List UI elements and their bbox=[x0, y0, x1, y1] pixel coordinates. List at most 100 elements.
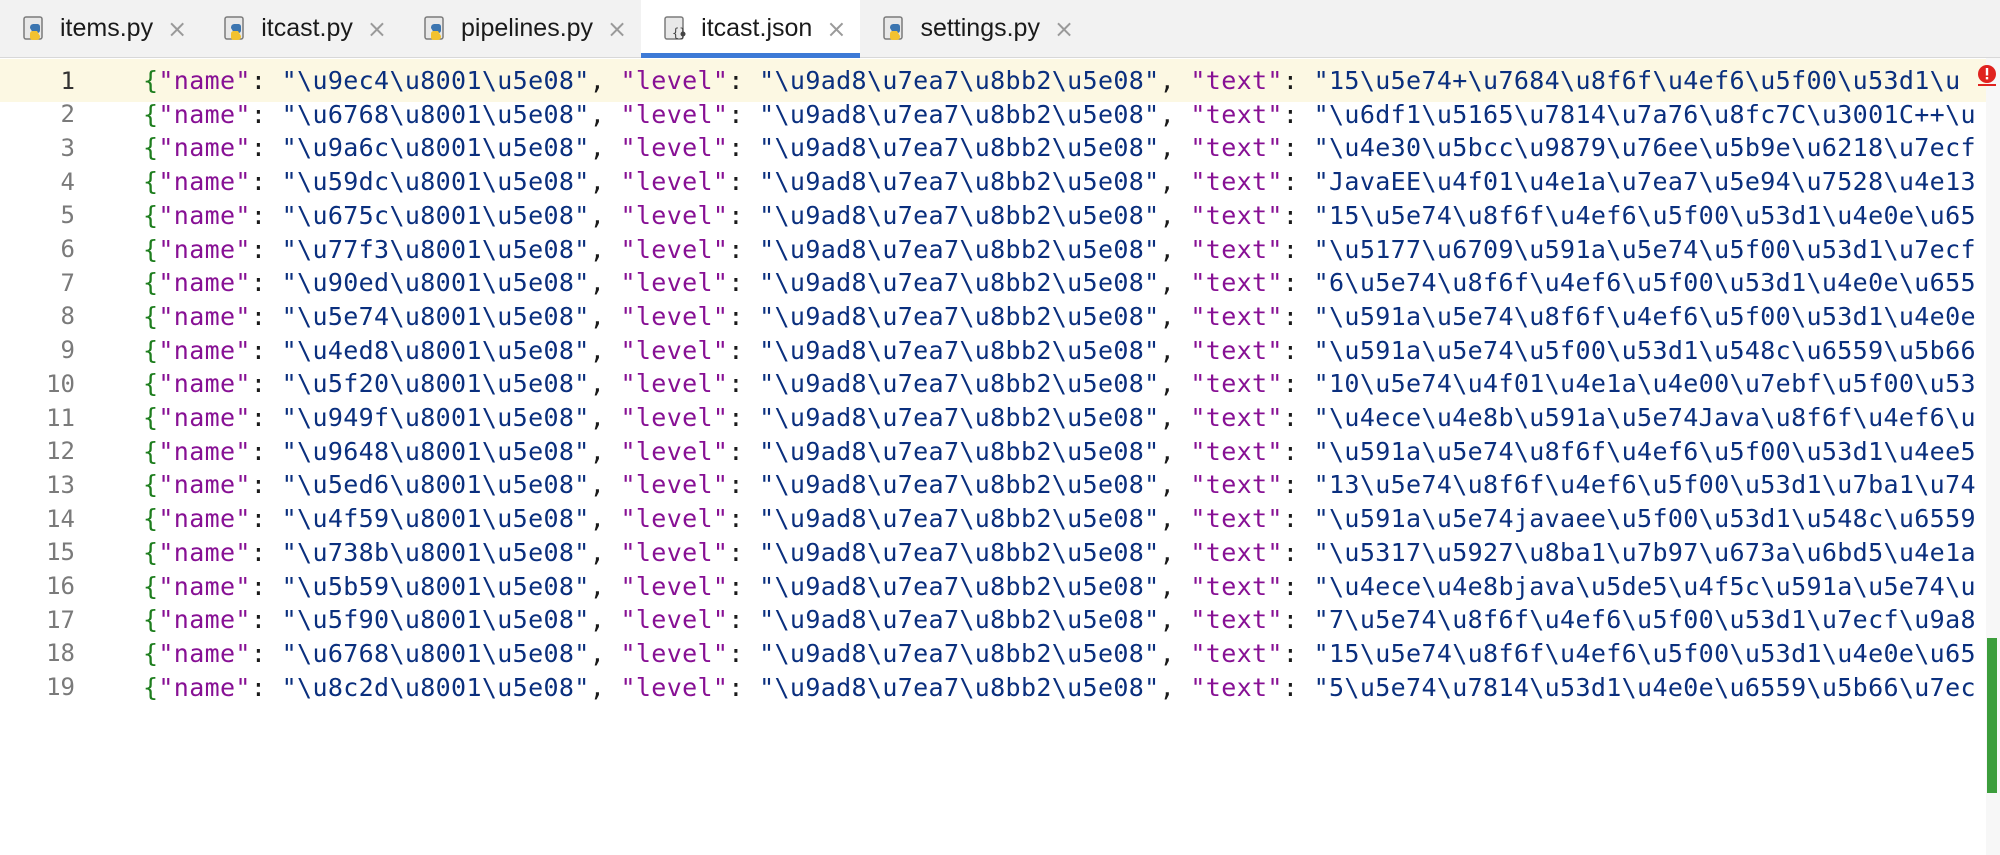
close-icon[interactable]: × bbox=[826, 17, 846, 41]
quote: " bbox=[1313, 301, 1330, 331]
quote: " bbox=[281, 369, 298, 399]
quote: " bbox=[1313, 638, 1330, 668]
tab-items-py[interactable]: items.py × bbox=[0, 0, 201, 57]
close-icon[interactable]: × bbox=[607, 17, 627, 41]
quote: " bbox=[1313, 436, 1330, 466]
code-editor[interactable]: 1 {"name": "\u9ec4\u8001\u5e08", "level":… bbox=[0, 58, 2000, 855]
comma: , bbox=[1159, 335, 1191, 365]
tab-label: itcast.json bbox=[701, 14, 813, 42]
comma: , bbox=[589, 234, 621, 264]
line-number: 15 bbox=[46, 538, 75, 567]
tab-itcast-json[interactable]: {} itcast.json × bbox=[641, 0, 861, 58]
line-number: 18 bbox=[46, 639, 75, 668]
colon: : bbox=[250, 335, 282, 365]
line-content: {"name": "\u675c\u8001\u5e08", "level": … bbox=[143, 201, 1976, 230]
quote: " bbox=[1144, 335, 1160, 365]
json-key-name: "name" bbox=[158, 167, 251, 197]
json-value-text: 5\u5e74\u7814\u53d1\u4e0e\u6559\u5b66\u7… bbox=[1329, 672, 1976, 702]
close-icon[interactable]: × bbox=[167, 17, 187, 41]
json-value-level: \u9ad8\u7ea7\u8bb2\u5e08 bbox=[774, 605, 1145, 635]
quote: " bbox=[1144, 133, 1160, 163]
json-key-text: "text" bbox=[1190, 301, 1283, 331]
tab-settings-py[interactable]: settings.py × bbox=[860, 0, 1088, 57]
quote: " bbox=[1313, 403, 1330, 432]
quote: " bbox=[1144, 470, 1160, 500]
colon: : bbox=[250, 133, 282, 163]
error-indicator-icon[interactable] bbox=[1976, 64, 1998, 86]
open-brace: { bbox=[143, 672, 159, 702]
colon: : bbox=[728, 571, 760, 601]
json-value-level: \u9ad8\u7ea7\u8bb2\u5e08 bbox=[774, 268, 1145, 298]
colon: : bbox=[1282, 470, 1314, 500]
quote: " bbox=[574, 537, 590, 567]
json-key-name: "name" bbox=[158, 234, 251, 264]
quote: " bbox=[281, 335, 298, 365]
quote: " bbox=[1144, 605, 1160, 635]
colon: : bbox=[728, 605, 760, 635]
quote: " bbox=[759, 200, 775, 230]
json-value-name: \u738b\u8001\u5e08 bbox=[297, 537, 575, 567]
quote: " bbox=[574, 234, 590, 264]
quote: " bbox=[759, 403, 775, 432]
quote: " bbox=[759, 638, 775, 668]
tab-itcast-py[interactable]: itcast.py × bbox=[201, 0, 401, 57]
open-brace: { bbox=[143, 605, 159, 635]
tab-label: settings.py bbox=[920, 14, 1040, 42]
colon: : bbox=[728, 66, 760, 95]
python-file-icon bbox=[221, 14, 251, 44]
line-number: 11 bbox=[46, 403, 75, 432]
comma: , bbox=[589, 403, 621, 432]
json-value-text: 13\u5e74\u8f6f\u4ef6\u5f00\u53d1\u7ba1\u… bbox=[1329, 470, 1976, 500]
quote: " bbox=[1313, 133, 1330, 163]
line-number: 14 bbox=[46, 504, 75, 533]
comma: , bbox=[1159, 537, 1191, 567]
colon: : bbox=[1282, 234, 1314, 264]
json-value-text: \u591a\u5e74javaee\u5f00\u53d1\u548c\u65… bbox=[1329, 504, 1976, 534]
json-value-name: \u90ed\u8001\u5e08 bbox=[297, 268, 575, 298]
json-key-level: "level" bbox=[620, 234, 729, 264]
colon: : bbox=[728, 133, 760, 163]
close-icon[interactable]: × bbox=[367, 17, 387, 41]
open-brace: { bbox=[143, 470, 159, 500]
vertical-scrollbar[interactable] bbox=[1986, 58, 2000, 855]
tab-pipelines-py[interactable]: pipelines.py × bbox=[401, 0, 641, 57]
comma: , bbox=[589, 571, 621, 601]
json-key-text: "text" bbox=[1190, 335, 1283, 365]
quote: " bbox=[574, 605, 590, 635]
colon: : bbox=[1282, 133, 1314, 163]
colon: : bbox=[728, 335, 760, 365]
quote: " bbox=[1313, 504, 1330, 534]
json-key-text: "text" bbox=[1190, 369, 1283, 399]
json-key-text: "text" bbox=[1190, 268, 1283, 298]
json-value-name: \u59dc\u8001\u5e08 bbox=[297, 167, 575, 197]
colon: : bbox=[728, 436, 760, 466]
colon: : bbox=[250, 470, 282, 500]
line-content: {"name": "\u9a6c\u8001\u5e08", "level": … bbox=[143, 133, 1976, 162]
line-number: 2 bbox=[60, 100, 75, 129]
comma: , bbox=[1159, 99, 1191, 129]
json-key-level: "level" bbox=[620, 605, 729, 635]
line-number: 10 bbox=[46, 369, 75, 398]
comma: , bbox=[1159, 436, 1191, 466]
code-line[interactable]: 19 {"name": "\u8c2d\u8001\u5e08", "level"… bbox=[0, 666, 2000, 709]
close-icon[interactable]: × bbox=[1054, 17, 1074, 41]
line-content: {"name": "\u90ed\u8001\u5e08", "level": … bbox=[143, 268, 1976, 297]
quote: " bbox=[759, 301, 775, 331]
comma: , bbox=[1159, 470, 1191, 500]
colon: : bbox=[250, 436, 282, 466]
json-value-name: \u77f3\u8001\u5e08 bbox=[297, 234, 575, 264]
json-key-level: "level" bbox=[620, 403, 729, 432]
json-value-name: \u9ec4\u8001\u5e08 bbox=[297, 66, 575, 95]
quote: " bbox=[281, 200, 298, 230]
quote: " bbox=[574, 436, 590, 466]
quote: " bbox=[1313, 672, 1330, 702]
line-content: {"name": "\u59dc\u8001\u5e08", "level": … bbox=[143, 167, 1976, 196]
json-value-text: 15\u5e74\u8f6f\u4ef6\u5f00\u53d1\u4e0e\u… bbox=[1329, 200, 1976, 230]
json-value-level: \u9ad8\u7ea7\u8bb2\u5e08 bbox=[774, 234, 1145, 264]
quote: " bbox=[281, 436, 298, 466]
json-value-name: \u4f59\u8001\u5e08 bbox=[297, 504, 575, 534]
colon: : bbox=[250, 301, 282, 331]
colon: : bbox=[728, 268, 760, 298]
quote: " bbox=[281, 403, 298, 432]
quote: " bbox=[574, 66, 590, 95]
